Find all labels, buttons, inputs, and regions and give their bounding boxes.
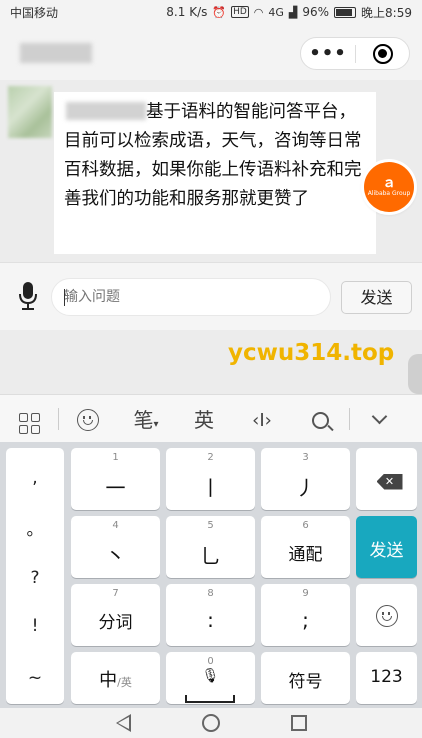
wifi-icon: ◠ [253,5,264,19]
microphone-icon[interactable] [18,281,38,311]
punct-key-tilde[interactable]: ~ [6,660,64,696]
semicolon-key[interactable]: 9 ; [261,584,350,646]
message-bubble: 基于语料的智能问答平台，目前可以检索成语，天气，咨询等日常百科数据，如果你能上传… [54,92,376,254]
stroke-key-dian[interactable]: 4 丶 [71,516,160,578]
question-input[interactable] [51,278,331,316]
clock: 晚上8:59 [361,5,412,20]
input-bar: 发送 [0,262,422,330]
microphone-icon: 🎙 [201,668,220,684]
chevron-down-icon [371,408,387,424]
watermark-area: ycwu314.top [0,330,422,394]
home-icon[interactable] [201,714,220,732]
language-switch-key[interactable]: 中/英 [71,652,160,704]
stroke-key-heng[interactable]: 1 一 [71,448,160,510]
search-button[interactable] [291,407,349,431]
page-title-blurred [20,43,92,63]
space-key[interactable]: 0 🎙 [166,652,255,704]
target-icon [372,43,393,64]
numbers-key[interactable]: 123 [356,652,417,704]
stroke-keyboard: , 。 ? ! ~ 1 一 2 丨 3 丿 ✕ 4 丶 5 乚 6 通配 发送 … [0,442,422,708]
signal-icon: ▟ [288,5,298,19]
close-button[interactable] [356,43,409,64]
hd-icon: HD [231,6,249,18]
system-nav-bar [0,708,422,738]
punct-key-question[interactable]: ? [6,560,64,596]
app-header: ••• [0,24,422,80]
keyboard-toolbar: 笔▾ 英 ‹I› [0,394,422,442]
word-split-key[interactable]: 7 分词 [71,584,160,646]
alarm-icon: ⏰ [212,5,227,19]
handwriting-mode-button[interactable]: 笔▾ [117,404,175,433]
avatar [8,86,52,138]
send-button[interactable]: 发送 [341,281,412,314]
space-icon [185,695,235,703]
english-mode-button[interactable]: 英 [175,404,233,433]
keyboard-send-key[interactable]: 发送 [356,516,417,578]
text-cursor [64,289,65,306]
watermark-text: ycwu314.top [228,340,395,366]
edge-tab[interactable] [408,354,422,394]
punct-key-period[interactable]: 。 [6,512,64,548]
search-icon [311,411,329,429]
backspace-icon: ✕ [376,473,403,490]
grid-menu-button[interactable] [0,403,58,434]
alibaba-logo[interactable]: ａ Alibaba Group [364,162,414,212]
backspace-key[interactable]: ✕ [356,448,417,510]
name-blurred [66,102,146,120]
battery-icon [334,6,357,18]
chat-area: 基于语料的智能问答平台，目前可以检索成语，天气，咨询等日常百科数据，如果你能上传… [0,80,422,262]
stroke-key-pie[interactable]: 3 丿 [261,448,350,510]
punctuation-column: , 。 ? ! ~ [6,448,64,704]
carrier-name: 中国移动 [10,5,59,20]
battery-percent: 96% [302,5,330,19]
symbols-key[interactable]: 符号 [261,652,350,704]
collapse-keyboard-button[interactable] [350,407,408,431]
wildcard-key[interactable]: 6 通配 [261,516,350,578]
colon-key[interactable]: 8 : [166,584,255,646]
network-type: 4G [268,5,284,19]
smiley-icon [77,408,99,431]
cursor-button[interactable]: ‹I› [233,407,291,431]
punct-key-exclaim[interactable]: ! [6,608,64,644]
smiley-icon [375,604,398,627]
miniprogram-capsule: ••• [300,37,410,70]
status-bar: 中国移动 8.1 K/s ⏰ HD ◠ 4G ▟ 96% 晚上8:59 [0,0,422,24]
emoji-key[interactable] [356,584,417,646]
more-button[interactable]: ••• [301,43,355,64]
emoji-button[interactable] [59,406,117,431]
punct-key-comma[interactable]: , [6,460,64,496]
stroke-key-zhe[interactable]: 5 乚 [166,516,255,578]
cursor-icon: ‹I› [252,409,272,431]
back-icon[interactable] [115,714,131,732]
recents-icon[interactable] [290,715,307,731]
stroke-key-shu[interactable]: 2 丨 [166,448,255,510]
network-speed: 8.1 K/s [166,5,208,19]
grid-icon [18,413,40,434]
